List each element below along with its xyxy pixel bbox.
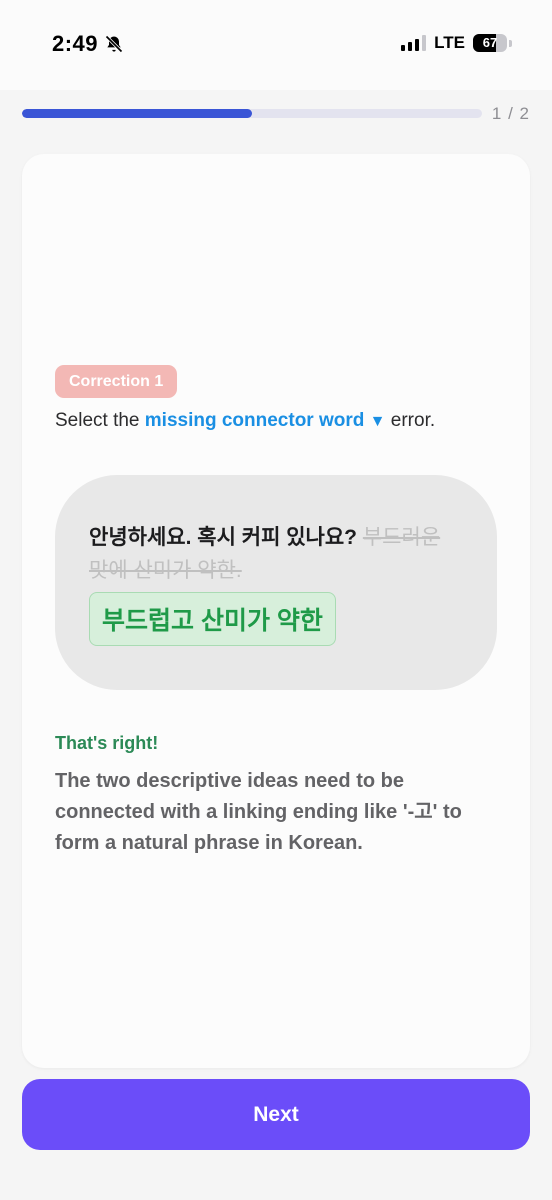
network-type: LTE [434, 33, 465, 52]
error-type-link[interactable]: missing connector word ▼ [145, 410, 386, 431]
feedback-explanation: The two descriptive ideas need to be con… [55, 770, 462, 854]
clock: 2:49 [52, 31, 99, 56]
correction-badge: Correction 1 [55, 365, 178, 398]
next-button[interactable]: Next [22, 1079, 530, 1150]
sentence-plain: 안녕하세요. 혹시 커피 있나요? [89, 526, 358, 549]
battery-level: 67 [482, 35, 498, 50]
instruction-suffix: error. [390, 410, 436, 431]
battery-cap [509, 39, 512, 47]
sentence: 안녕하세요. 혹시 커피 있나요? 부드러운 맛에 산미가 약한. [89, 521, 463, 587]
progress-fill [22, 109, 252, 118]
error-type-label: missing connector word [144, 410, 365, 431]
instruction-prefix: Select the [55, 410, 140, 431]
bell-off-icon [105, 35, 123, 53]
exercise-card: Correction 1 Select the missing connecto… [22, 154, 530, 1068]
feedback-title: That's right! [55, 733, 159, 753]
battery-icon: 67 [473, 34, 507, 52]
progress-label: 1 / 2 [491, 104, 530, 123]
status-indicators: LTE 67 [401, 33, 512, 53]
screen: 2:49 LTE 67 1 / 2 Correction 1 Select th… [0, 0, 552, 1200]
caret-down-icon: ▼ [369, 413, 386, 430]
signal-icon [401, 35, 427, 51]
corrected-phrase[interactable]: 부드럽고 산미가 약한 [89, 592, 336, 646]
instruction: Select the missing connector word ▼ erro… [55, 410, 505, 432]
status-bar: 2:49 LTE 67 [0, 0, 552, 90]
sentence-bubble: 안녕하세요. 혹시 커피 있나요? 부드러운 맛에 산미가 약한. 부드럽고 산… [55, 475, 497, 690]
progress-bar [22, 109, 482, 118]
status-time: 2:49 [52, 31, 124, 57]
